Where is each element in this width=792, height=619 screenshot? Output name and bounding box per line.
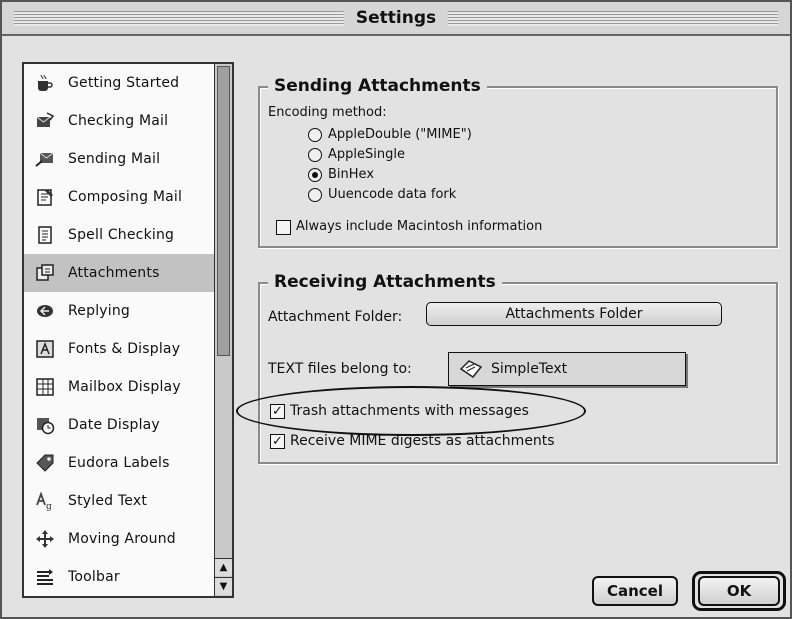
checkbox-label: Always include Macintosh information xyxy=(296,219,543,234)
always-include-mac-info-checkbox[interactable]: Always include Macintosh information xyxy=(276,218,542,236)
sidebar-item-label: Attachments xyxy=(68,265,160,281)
check-mail-icon xyxy=(34,110,56,132)
coffee-cup-icon xyxy=(34,72,56,94)
radio-label: AppleDouble ("MIME") xyxy=(328,127,472,142)
sidebar-item-attachments[interactable]: Attachments xyxy=(24,254,216,292)
mailbox-icon xyxy=(34,376,56,398)
window-title: Settings xyxy=(343,6,449,30)
reply-icon xyxy=(34,300,56,322)
popup-label: SimpleText xyxy=(491,361,568,377)
radio-button[interactable] xyxy=(308,128,322,142)
send-mail-icon xyxy=(34,148,56,170)
clock-icon xyxy=(34,414,56,436)
radio-button[interactable] xyxy=(308,188,322,202)
radio-applesingle[interactable]: AppleSingle xyxy=(308,146,405,164)
sidebar-item-fonts-display[interactable]: Fonts & Display xyxy=(24,330,216,368)
sidebar-item-label: Replying xyxy=(68,303,131,319)
sidebar-item-label: Composing Mail xyxy=(68,189,183,205)
svg-text:g: g xyxy=(46,502,52,511)
sidebar-item-label: Toolbar xyxy=(68,569,120,585)
sidebar-item-label: Spell Checking xyxy=(68,227,175,243)
checkbox-box[interactable] xyxy=(276,219,291,235)
radio-button[interactable] xyxy=(308,148,322,162)
sidebar-item-label: Eudora Labels xyxy=(68,455,170,471)
cancel-button[interactable]: Cancel xyxy=(592,576,678,606)
move-icon xyxy=(34,528,56,550)
radio-button[interactable] xyxy=(308,168,322,182)
settings-category-list: Getting Started Checking Mail Sending Ma… xyxy=(22,62,234,598)
highlight-ellipse xyxy=(236,386,586,436)
sidebar-item-composing-mail[interactable]: Composing Mail xyxy=(24,178,216,216)
toolbar-icon xyxy=(34,566,56,588)
radio-label: Uuencode data fork xyxy=(328,187,457,202)
sending-attachments-group: Sending Attachments Encoding method: App… xyxy=(258,74,778,248)
sidebar-item-label: Sending Mail xyxy=(68,151,161,167)
radio-binhex[interactable]: BinHex xyxy=(308,166,374,184)
sending-attachments-title: Sending Attachments xyxy=(268,74,487,98)
attachments-folder-button[interactable]: Attachments Folder xyxy=(426,302,722,326)
encoding-method-label: Encoding method: xyxy=(268,105,387,120)
sidebar-item-getting-started[interactable]: Getting Started xyxy=(24,64,216,102)
radio-label: BinHex xyxy=(328,167,375,182)
compose-icon xyxy=(34,186,56,208)
sidebar-item-label: Moving Around xyxy=(68,531,176,547)
radio-label: AppleSingle xyxy=(328,147,405,162)
sidebar-item-checking-mail[interactable]: Checking Mail xyxy=(24,102,216,140)
scroll-up-arrow[interactable]: ▲ xyxy=(215,558,232,576)
spell-check-icon xyxy=(34,224,56,246)
sidebar-item-replying[interactable]: Replying xyxy=(24,292,216,330)
title-bar[interactable]: Settings xyxy=(2,2,790,36)
sidebar-item-styled-text[interactable]: g Styled Text xyxy=(24,482,216,520)
ok-button[interactable]: OK xyxy=(698,576,780,606)
scrollbar-thumb[interactable] xyxy=(217,66,230,356)
text-files-label: TEXT files belong to: xyxy=(268,361,412,377)
sidebar-item-label: Styled Text xyxy=(68,493,148,509)
sidebar-item-label: Fonts & Display xyxy=(68,341,181,357)
receiving-attachments-group: Receiving Attachments Attachment Folder:… xyxy=(258,270,778,464)
sidebar-item-label: Getting Started xyxy=(68,75,180,91)
sidebar-scrollbar[interactable]: ▲ ▼ xyxy=(214,64,232,596)
settings-window: Settings Getting Started Checking Mail S… xyxy=(0,0,792,619)
sidebar-item-label: Mailbox Display xyxy=(68,379,181,395)
checkbox-box[interactable]: ✓ xyxy=(270,433,285,449)
font-icon xyxy=(34,338,56,360)
sidebar-item-sending-mail[interactable]: Sending Mail xyxy=(24,140,216,178)
sidebar-item-mailbox-display[interactable]: Mailbox Display xyxy=(24,368,216,406)
sidebar-item-label: Checking Mail xyxy=(68,113,169,129)
scroll-down-arrow[interactable]: ▼ xyxy=(215,577,232,595)
sidebar-item-toolbar[interactable]: Toolbar xyxy=(24,558,216,596)
sidebar-item-label: Date Display xyxy=(68,417,160,433)
attachment-folder-label: Attachment Folder: xyxy=(268,309,403,325)
receiving-attachments-title: Receiving Attachments xyxy=(268,270,502,294)
radio-uuencode[interactable]: Uuencode data fork xyxy=(308,186,456,204)
attachment-icon xyxy=(34,262,56,284)
radio-appledouble[interactable]: AppleDouble ("MIME") xyxy=(308,126,472,144)
sidebar-item-eudora-labels[interactable]: Eudora Labels xyxy=(24,444,216,482)
label-icon xyxy=(34,452,56,474)
sidebar-item-moving-around[interactable]: Moving Around xyxy=(24,520,216,558)
styled-text-icon: g xyxy=(34,490,56,512)
sidebar-item-date-display[interactable]: Date Display xyxy=(24,406,216,444)
text-files-app-popup[interactable]: SimpleText xyxy=(448,352,686,386)
simpletext-app-icon xyxy=(459,359,483,379)
sidebar-item-spell-checking[interactable]: Spell Checking xyxy=(24,216,216,254)
